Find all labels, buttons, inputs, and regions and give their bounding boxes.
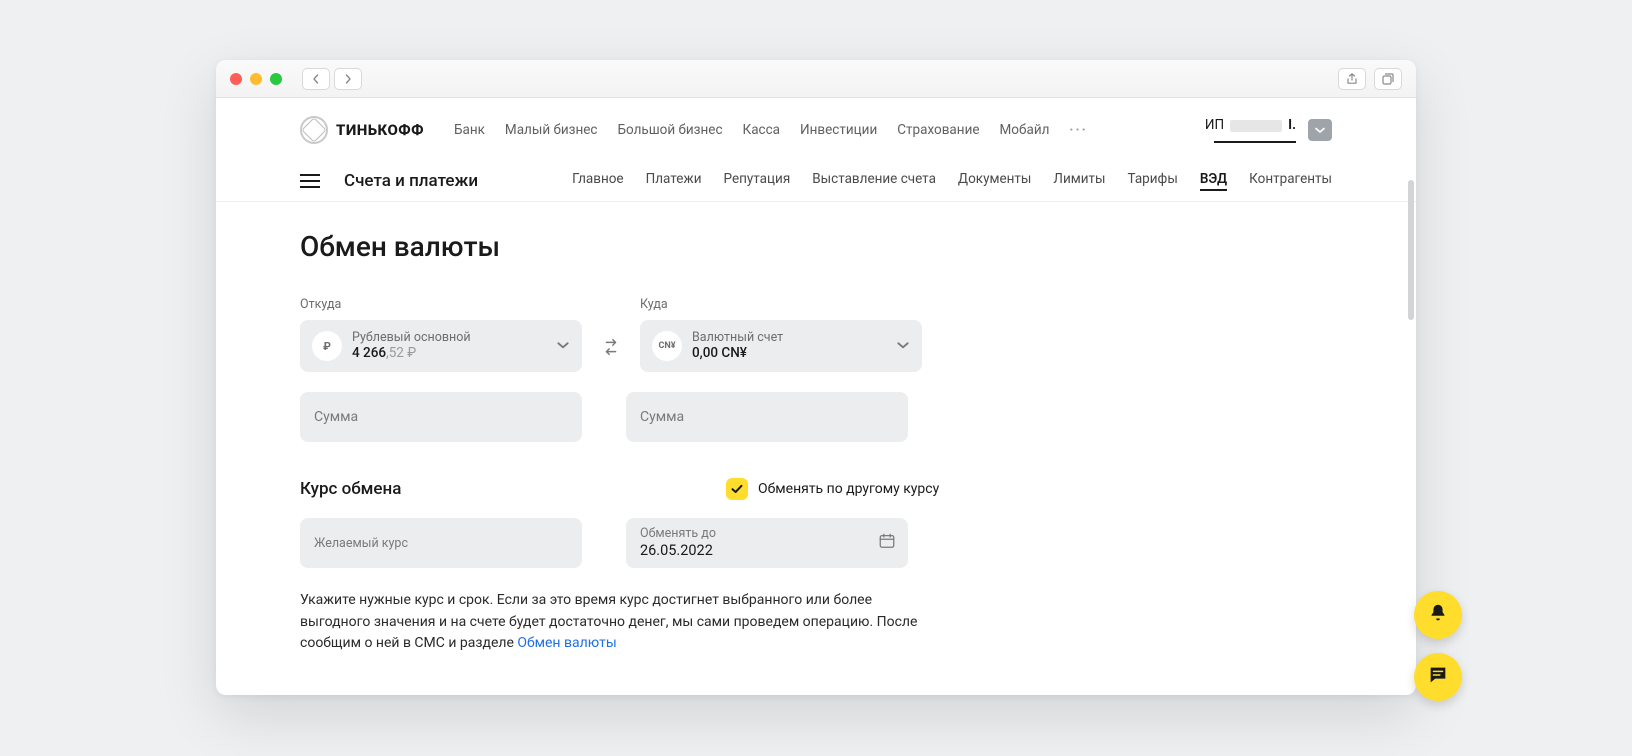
global-nav: ТИНЬКОФФ Банк Малый бизнес Большой бизне… <box>216 98 1416 157</box>
tab-invoice[interactable]: Выставление счета <box>812 171 936 191</box>
tab-limits[interactable]: Лимиты <box>1053 171 1105 191</box>
rate-section-title: Курс обмена <box>300 479 582 499</box>
gnav-item-insurance[interactable]: Страхование <box>897 122 979 138</box>
calendar-icon <box>878 532 896 554</box>
account-prefix: ИП <box>1205 117 1224 133</box>
chevron-down-icon <box>896 337 910 356</box>
tab-counterparties[interactable]: Контрагенты <box>1249 171 1332 191</box>
from-account-balance: 4 266,52 ₽ <box>352 345 546 361</box>
maximize-window-button[interactable] <box>270 73 282 85</box>
account-suffix: I. <box>1288 117 1296 133</box>
from-label: Откуда <box>300 297 582 312</box>
to-account-select[interactable]: CN¥ Валютный счет 0,00 CN¥ <box>640 320 922 372</box>
desired-rate-input[interactable]: Желаемый курс <box>300 518 582 568</box>
tabs-button[interactable] <box>1374 68 1402 90</box>
profile-dropdown-button[interactable] <box>1308 119 1332 141</box>
checkbox-checked-icon <box>726 478 748 500</box>
bell-icon <box>1427 602 1449 628</box>
chat-fab[interactable] <box>1414 653 1462 701</box>
amount-placeholder: Сумма <box>314 409 358 425</box>
gnav-item-invest[interactable]: Инвестиции <box>800 122 877 138</box>
desired-rate-placeholder: Желаемый курс <box>314 536 568 551</box>
brand-logo-icon <box>300 116 328 144</box>
account-switcher[interactable]: ИП I. <box>1205 117 1296 133</box>
brand[interactable]: ТИНЬКОФФ <box>300 116 424 144</box>
until-label: Обменять до <box>640 526 894 541</box>
brand-name: ТИНЬКОФФ <box>336 121 424 139</box>
section-nav: Счета и платежи Главное Платежи Репутаци… <box>216 157 1416 202</box>
ruble-icon: ₽ <box>312 331 342 361</box>
to-account-name: Валютный счет <box>692 330 886 345</box>
exchange-until-input[interactable]: Обменять до 26.05.2022 <box>626 518 908 568</box>
help-text: Укажите нужные курс и срок. Если за это … <box>300 590 920 655</box>
from-amount-input[interactable]: Сумма <box>300 392 582 442</box>
tab-payments[interactable]: Платежи <box>646 171 702 191</box>
app-window: ТИНЬКОФФ Банк Малый бизнес Большой бизне… <box>216 60 1416 695</box>
gnav-item-big-biz[interactable]: Большой бизнес <box>618 122 723 138</box>
close-window-button[interactable] <box>230 73 242 85</box>
from-account-select[interactable]: ₽ Рублевый основной 4 266,52 ₽ <box>300 320 582 372</box>
gnav-item-bank[interactable]: Банк <box>454 122 485 138</box>
until-value: 26.05.2022 <box>640 542 894 559</box>
to-amount-input[interactable]: Сумма <box>626 392 908 442</box>
swap-button[interactable] <box>596 332 626 362</box>
content: Обмен валюты Откуда ₽ Рублевый основной … <box>216 202 1416 695</box>
account-active-indicator <box>1214 141 1296 143</box>
minimize-window-button[interactable] <box>250 73 262 85</box>
tab-documents[interactable]: Документы <box>958 171 1031 191</box>
to-account-balance: 0,00 CN¥ <box>692 345 886 361</box>
page-title: Обмен валюты <box>300 230 1332 263</box>
gnav-item-small-biz[interactable]: Малый бизнес <box>505 122 598 138</box>
tab-main[interactable]: Главное <box>572 171 623 191</box>
gnav-more-button[interactable]: ··· <box>1069 122 1087 138</box>
tab-ved[interactable]: ВЭД <box>1200 171 1227 191</box>
account-name-redacted <box>1230 120 1282 132</box>
tab-tariffs[interactable]: Тарифы <box>1128 171 1178 191</box>
from-account-name: Рублевый основной <box>352 330 546 345</box>
checkbox-label: Обменять по другому курсу <box>758 481 939 497</box>
gnav-item-mobile[interactable]: Мобайл <box>1000 122 1050 138</box>
gnav-item-kassa[interactable]: Касса <box>743 122 781 138</box>
tab-reputation[interactable]: Репутация <box>724 171 791 191</box>
notifications-fab[interactable] <box>1414 591 1462 639</box>
menu-icon[interactable] <box>300 174 320 188</box>
browser-back-button[interactable] <box>302 68 330 90</box>
amount-placeholder: Сумма <box>640 409 684 425</box>
chevron-down-icon <box>556 337 570 356</box>
different-rate-checkbox[interactable]: Обменять по другому курсу <box>726 478 939 500</box>
exchange-link[interactable]: Обмен валюты <box>517 635 616 651</box>
section-title: Счета и платежи <box>344 171 478 191</box>
cny-icon: CN¥ <box>652 331 682 361</box>
traffic-lights <box>230 73 282 85</box>
browser-forward-button[interactable] <box>334 68 362 90</box>
titlebar <box>216 60 1416 98</box>
chat-icon <box>1427 664 1449 690</box>
to-label: Куда <box>640 297 922 312</box>
share-button[interactable] <box>1338 68 1366 90</box>
